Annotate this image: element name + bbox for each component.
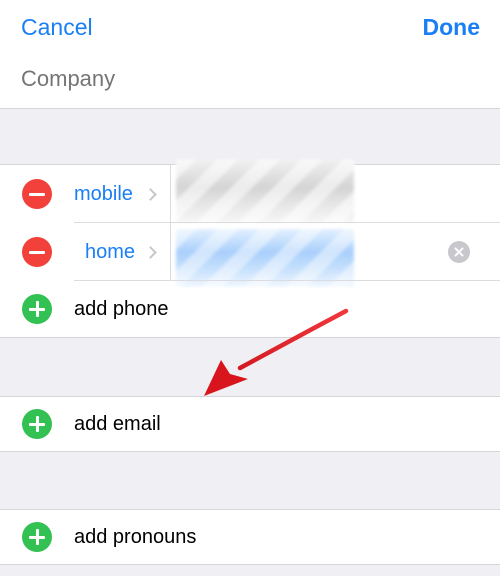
done-button[interactable]: Done <box>423 14 481 41</box>
add-phone-label[interactable]: add phone <box>74 298 169 321</box>
add-email-row[interactable]: add email <box>0 397 500 451</box>
company-row <box>0 54 500 109</box>
navigation-bar: Cancel Done <box>0 0 500 54</box>
email-section: add email <box>0 396 500 452</box>
add-pronouns-row[interactable]: add pronouns <box>0 510 500 564</box>
phone-value-mobile-redacted[interactable] <box>176 159 354 223</box>
pronouns-section: add pronouns <box>0 509 500 565</box>
divider <box>170 223 171 281</box>
add-phone-row[interactable]: add phone <box>0 281 500 337</box>
minus-icon <box>29 192 45 196</box>
phone-label-home[interactable]: home <box>85 241 135 264</box>
add-pronouns-label[interactable]: add pronouns <box>74 526 196 549</box>
add-email-button[interactable] <box>22 409 52 439</box>
chevron-right-icon <box>144 246 157 259</box>
minus-icon <box>29 250 45 254</box>
remove-phone-home-button[interactable] <box>22 237 52 267</box>
chevron-right-icon <box>144 188 157 201</box>
add-phone-button[interactable] <box>22 294 52 324</box>
divider <box>170 165 171 223</box>
cancel-button[interactable]: Cancel <box>21 14 93 41</box>
phone-section: mobile home add phone <box>0 159 500 338</box>
add-pronouns-button[interactable] <box>22 522 52 552</box>
phone-value-home-redacted[interactable] <box>176 229 354 287</box>
phone-row-mobile: mobile <box>0 159 500 223</box>
company-field[interactable] <box>21 66 481 92</box>
phone-label-mobile[interactable]: mobile <box>74 183 133 206</box>
phone-row-home: home <box>0 223 500 287</box>
remove-phone-mobile-button[interactable] <box>22 179 52 209</box>
clear-field-icon[interactable] <box>448 241 470 263</box>
arrow-head <box>204 360 248 396</box>
add-email-label[interactable]: add email <box>74 413 161 436</box>
